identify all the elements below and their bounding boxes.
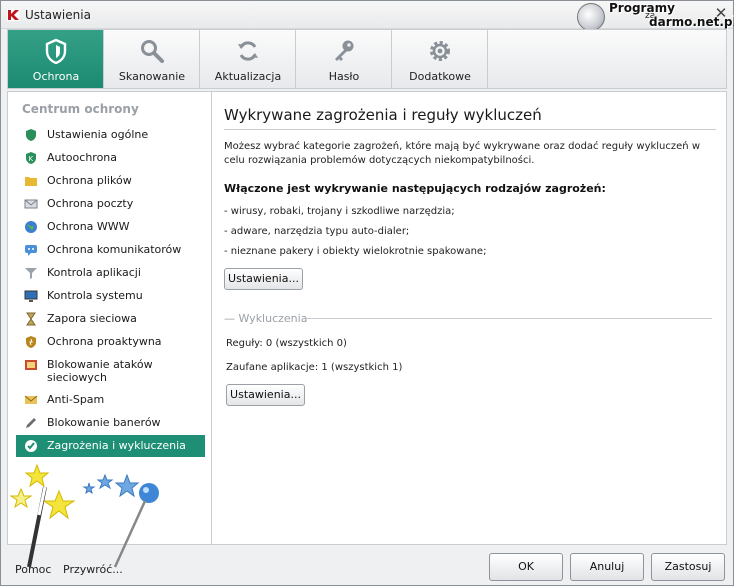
sidebar-item-zagrozenia-i-wykluczenia[interactable]: Zagrożenia i wykluczenia: [16, 435, 205, 457]
spam-icon: [24, 395, 38, 404]
rules-count: Reguły: 0 (wszystkich 0): [226, 338, 347, 349]
gear-icon: [430, 41, 450, 61]
sidebar-item-kontrola-systemu[interactable]: Kontrola systemu: [16, 285, 205, 307]
restore-link[interactable]: Przywróć...: [63, 563, 123, 576]
filter-icon: [25, 268, 37, 279]
exclusions-settings-button[interactable]: Ustawienia...: [226, 384, 305, 406]
sidebar-item-blokowanie-banerow[interactable]: Blokowanie banerów: [16, 412, 205, 434]
cancel-button[interactable]: Anuluj: [570, 553, 644, 581]
ok-button[interactable]: OK: [489, 553, 563, 581]
sidebar-item-ochrona-www[interactable]: Ochrona WWW: [16, 216, 205, 238]
threat-category-item: - nieznane pakery i obiekty wielokrotnie…: [224, 246, 487, 257]
main-panel: Wykrywane zagrożenia i reguły wykluczeń …: [211, 91, 727, 545]
tab-haslo[interactable]: Hasło: [296, 30, 392, 88]
sidebar-item-anti-spam[interactable]: Anti-Spam: [16, 389, 205, 411]
sidebar-item-label: Blokowanie banerów: [47, 416, 161, 429]
pencil-icon: [26, 418, 36, 428]
help-link[interactable]: Pomoc: [15, 563, 51, 576]
tab-label: Skanowanie: [118, 70, 186, 83]
tab-ochrona[interactable]: Ochrona: [8, 30, 104, 88]
apply-button[interactable]: Zastosuj: [651, 553, 725, 581]
folder-icon: [25, 177, 37, 186]
sidebar-item-autoochrona[interactable]: K Autoochrona: [16, 147, 205, 169]
chat-icon: [25, 245, 37, 256]
description-text: Możesz wybrać kategorie zagrożeń, które …: [224, 141, 700, 166]
sidebar-header: Centrum ochrony: [22, 102, 139, 116]
k-shield-icon: K: [26, 152, 36, 164]
svg-text:K: K: [29, 155, 34, 163]
close-window-button[interactable]: ✕: [711, 3, 731, 23]
threat-category-item: - adware, narzędzia typu auto-dialer;: [224, 226, 410, 237]
globe-icon: [25, 221, 37, 233]
shield-icon: [45, 38, 67, 64]
title-divider: [224, 129, 716, 130]
hourglass-icon: [26, 312, 36, 326]
attack-block-icon: [25, 360, 37, 370]
sidebar-item-label: Zapora sieciowa: [47, 312, 137, 325]
sidebar-item-label: Ochrona proaktywna: [47, 335, 162, 348]
title-bar: Ustawienia Programy za darmo.net.pl ✕: [1, 1, 734, 31]
sidebar-item-label: Ochrona WWW: [47, 220, 130, 233]
watermark-logo: Programy za darmo.net.pl: [575, 1, 734, 31]
sidebar-item-label: Anti-Spam: [47, 393, 105, 406]
monitor-icon: [24, 290, 38, 302]
app-logo-icon: [7, 9, 20, 21]
sidebar-item-label: Kontrola aplikacji: [47, 266, 141, 279]
sidebar-item-label: Autoochrona: [47, 151, 118, 164]
refresh-icon: [238, 41, 258, 61]
sidebar-item-kontrola-aplikacji[interactable]: Kontrola aplikacji: [16, 262, 205, 284]
tab-label: Ochrona: [32, 70, 80, 83]
sidebar-item-ochrona-poczty[interactable]: Ochrona poczty: [16, 193, 205, 215]
exclusions-divider: [306, 318, 712, 319]
key-icon: [335, 40, 354, 61]
trusted-apps-count: Zaufane aplikacje: 1 (wszystkich 1): [226, 362, 403, 373]
tab-label: Hasło: [328, 70, 360, 83]
sidebar-item-label: Blokowanie ataków sieciowych: [47, 358, 153, 384]
enabled-detection-heading: Włączone jest wykrywanie następujących r…: [224, 182, 606, 195]
tab-label: Dodatkowe: [409, 70, 471, 83]
sidebar-item-ochrona-proaktywna[interactable]: Ochrona proaktywna: [16, 331, 205, 353]
sidebar-item-ochrona-plikow[interactable]: Ochrona plików: [16, 170, 205, 192]
shield-icon: [26, 129, 36, 141]
tab-aktualizacja[interactable]: Aktualizacja: [200, 30, 296, 88]
sidebar-item-label: Kontrola systemu: [47, 289, 143, 302]
proactive-shield-icon: [26, 336, 36, 348]
tab-dodatkowe[interactable]: Dodatkowe: [392, 30, 488, 88]
window-title: Ustawienia: [25, 8, 91, 22]
exclusions-section-legend: — Wykluczenia: [224, 312, 308, 325]
tab-label: Aktualizacja: [214, 70, 282, 83]
envelope-icon: [24, 199, 38, 209]
watermark-gear-icon: [577, 3, 605, 31]
sidebar-item-label: Ochrona poczty: [47, 197, 134, 210]
decorative-stars-illustration: [9, 463, 159, 568]
threats-settings-button[interactable]: Ustawienia...: [224, 268, 303, 290]
tab-skanowanie[interactable]: Skanowanie: [104, 30, 200, 88]
sidebar-item-label: Ochrona komunikatorów: [47, 243, 182, 256]
magnifier-icon: [141, 40, 164, 63]
sidebar-item-blokowanie-atakow[interactable]: Blokowanie ataków sieciowych: [16, 354, 205, 386]
sidebar-item-label: Ochrona plików: [47, 174, 132, 187]
watermark-line1: Programy: [609, 1, 675, 15]
sidebar-item-zapora-sieciowa[interactable]: Zapora sieciowa: [16, 308, 205, 330]
threat-category-item: - wirusy, robaki, trojany i szkodliwe na…: [224, 206, 455, 217]
sidebar-item-ustawienia-ogolne[interactable]: Ustawienia ogólne: [16, 124, 205, 146]
settings-window: Ustawienia Programy za darmo.net.pl ✕ Oc…: [0, 0, 734, 586]
check-circle-icon: [25, 440, 37, 452]
page-title: Wykrywane zagrożenia i reguły wykluczeń: [224, 106, 542, 124]
sidebar-item-ochrona-komunikatorow[interactable]: Ochrona komunikatorów: [16, 239, 205, 261]
sidebar-item-label: Ustawienia ogólne: [47, 128, 149, 141]
sidebar-item-label: Zagrożenia i wykluczenia: [47, 439, 186, 452]
toolbar-tabs: Ochrona Skanowanie Aktualizacja Hasło Do…: [7, 29, 727, 89]
